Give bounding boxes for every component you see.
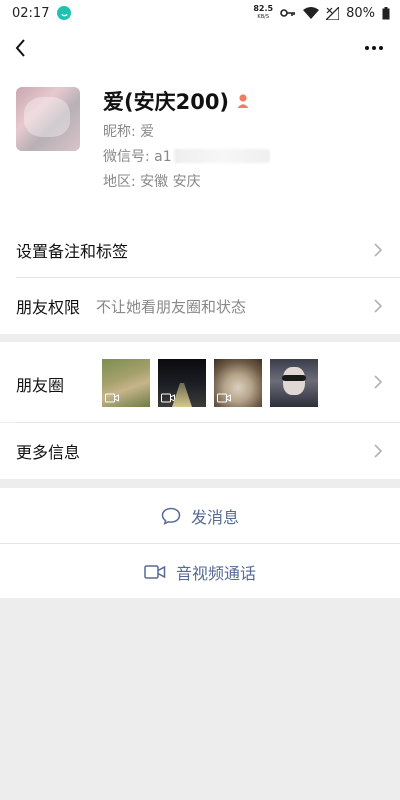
send-message-button[interactable]: 发消息 [0,488,400,544]
wechat-id: 微信号: a1 [103,146,270,166]
wechat-id-blurred [173,149,270,163]
friend-permissions-desc: 不让她看朋友圈和状态 [96,297,247,316]
remark-tags-label: 设置备注和标签 [16,242,129,261]
status-bar: 02:17 82.5 KB/S 80% [0,0,400,26]
signal-icon [326,6,340,20]
video-camera-icon [144,565,166,579]
status-time: 02:17 [12,5,50,21]
more-dot-icon [365,46,369,50]
moment-thumbnail[interactable] [270,359,318,407]
moment-thumbnail[interactable] [214,359,262,407]
profile-card: 爱(安庆200) 昵称: 爱 微信号: a1 地区: 安徽 安庆 [0,70,400,222]
moments-label: 朋友圈 [16,376,65,395]
moments-thumbnails [102,359,318,407]
avatar[interactable] [16,87,80,151]
name-row: 爱(安庆200) [103,86,251,116]
video-call-button[interactable]: 音视频通话 [0,544,400,600]
back-arrow-icon [15,39,25,57]
wechat-id-text: 微信号: a1 [103,149,172,165]
video-icon [105,393,119,403]
moments-row[interactable]: 朋友圈 [0,342,400,422]
region: 地区: 安徽 安庆 [103,174,201,190]
back-button[interactable] [10,36,34,60]
contact-name: 爱(安庆200) [103,90,230,114]
moment-thumbnail[interactable] [158,359,206,407]
network-speed: 82.5 KB/S [253,5,273,21]
chevron-right-icon [374,375,383,389]
video-call-label: 音视频通话 [175,564,256,583]
chevron-right-icon [374,243,383,257]
app-notification-icon [57,6,72,20]
more-info-row[interactable]: 更多信息 [0,423,400,479]
friend-permissions-label: 朋友权限 [16,298,81,317]
network-speed-value: 82.5 [253,4,274,13]
video-icon [217,393,231,403]
female-gender-icon [237,94,249,108]
network-speed-unit: KB/S [257,14,269,20]
more-dot-icon [372,46,376,50]
more-dot-icon [379,46,383,50]
send-message-label: 发消息 [190,508,239,527]
nickname: 昵称: 爱 [103,124,155,140]
friend-permissions-row[interactable]: 朋友权限 不让她看朋友圈和状态 [0,278,400,334]
chevron-right-icon [374,299,383,313]
video-icon [161,393,175,403]
chat-bubble-icon [161,507,181,525]
top-bar [0,26,400,70]
key-icon [280,9,296,17]
battery-icon [382,6,390,19]
moment-thumbnail[interactable] [102,359,150,407]
empty-background [0,598,400,800]
remark-tags-row[interactable]: 设置备注和标签 [0,222,400,278]
more-info-label: 更多信息 [16,443,81,462]
battery-percent: 80% [346,5,375,21]
wifi-icon [303,7,320,19]
more-options-button[interactable] [362,36,386,60]
chevron-right-icon [374,444,383,458]
